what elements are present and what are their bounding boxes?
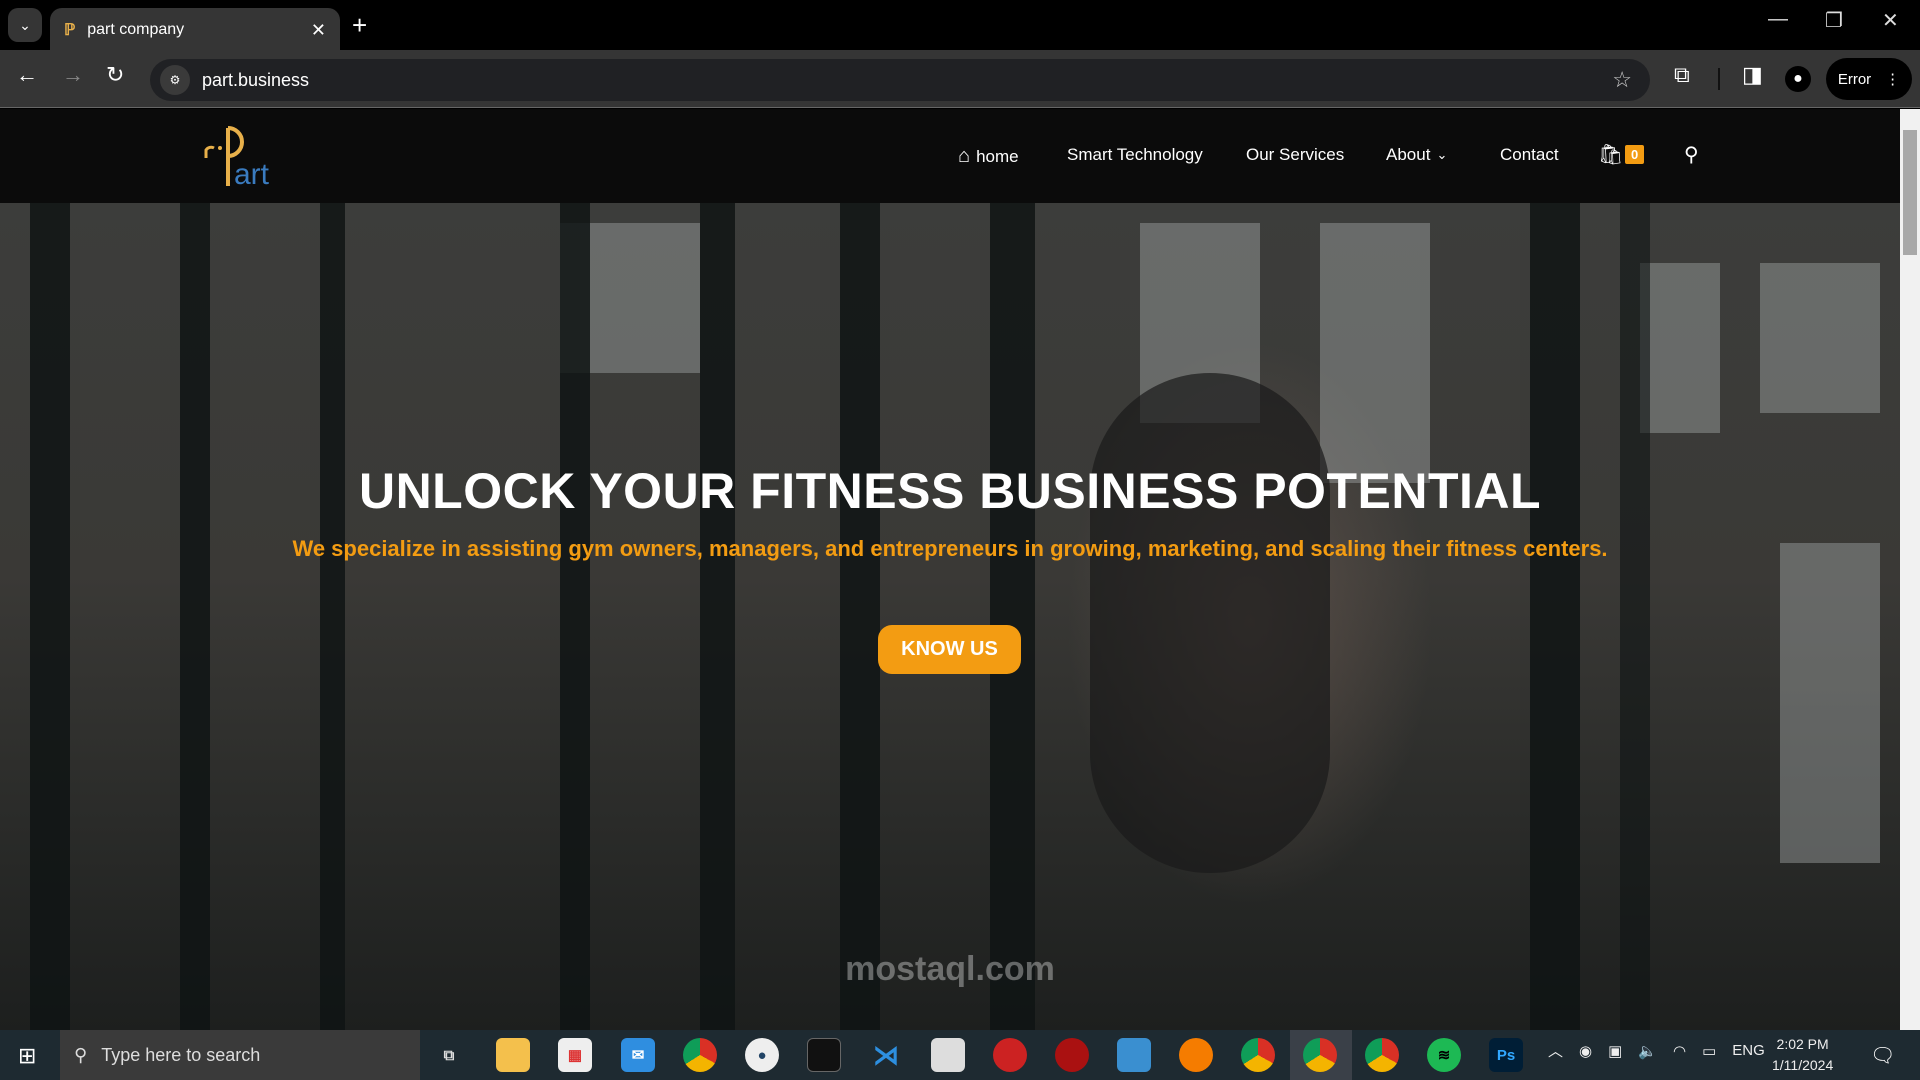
hero-subtitle: We specialize in assisting gym owners, m… <box>292 536 1608 561</box>
nav-our-services[interactable]: Our Services <box>1246 145 1344 165</box>
logo[interactable]: art <box>200 122 280 188</box>
nav-about[interactable]: About ⌄ <box>1386 145 1447 165</box>
app-icon[interactable] <box>1055 1038 1089 1072</box>
notifications-icon[interactable]: 🗨 <box>1870 1043 1895 1068</box>
time: 2:02 PM <box>1776 1036 1829 1052</box>
hero-title: UNLOCK YOUR FITNESS BUSINESS POTENTIAL <box>358 463 1542 519</box>
profile-error-button[interactable]: Error ⋮ <box>1826 58 1912 100</box>
taskbar-search[interactable]: ⚲ Type here to search <box>60 1030 420 1080</box>
file-explorer-icon[interactable] <box>496 1038 530 1072</box>
app-icon[interactable] <box>1117 1038 1151 1072</box>
chrome-tray-icon[interactable]: ◉ <box>1579 1042 1592 1060</box>
reload-icon[interactable]: ↻ <box>106 62 124 88</box>
firefox-icon[interactable] <box>1179 1038 1213 1072</box>
nav-label: Smart Technology <box>1067 145 1203 164</box>
minimize-icon[interactable]: — <box>1768 8 1788 31</box>
tab-list-icon[interactable]: ⌄ <box>8 8 42 42</box>
chevron-down-icon: ⌄ <box>1436 147 1448 162</box>
chrome-icon[interactable] <box>1241 1038 1275 1072</box>
microsoft-store-icon[interactable]: ▦ <box>558 1038 592 1072</box>
star-icon[interactable]: ☆ <box>1612 67 1632 93</box>
wifi-icon[interactable]: ◠ <box>1673 1042 1686 1060</box>
nav-label: Contact <box>1500 145 1559 164</box>
site-info-icon[interactable]: ⚙ <box>160 65 190 95</box>
search-icon[interactable]: ⚲ <box>1684 142 1699 167</box>
side-panel-icon[interactable]: ◨ <box>1742 62 1763 88</box>
new-tab-icon[interactable]: + <box>352 10 367 41</box>
divider <box>1718 68 1720 90</box>
chrome-profile-2-icon[interactable] <box>1365 1038 1399 1072</box>
cart-count-badge: 0 <box>1625 145 1645 164</box>
scrollbar-thumb[interactable] <box>1903 130 1917 255</box>
svg-text:art: art <box>234 158 270 188</box>
app-tray-icon[interactable]: ▣ <box>1608 1042 1622 1060</box>
battery-icon[interactable]: ▭ <box>1702 1042 1716 1060</box>
system-tray: ︿ ◉ ▣ 🔈 ◠ ▭ ENG <box>1548 1040 1765 1061</box>
close-icon[interactable]: ✕ <box>311 20 326 41</box>
profile-error-label: Error <box>1837 70 1872 88</box>
clock[interactable]: 2:02 PM 1/11/2024 <box>1772 1034 1833 1076</box>
mail-icon[interactable]: ✉ <box>621 1038 655 1072</box>
window-close-icon[interactable]: ✕ <box>1882 8 1899 33</box>
photoshop-icon[interactable]: Ps <box>1489 1038 1523 1072</box>
app-icon[interactable] <box>931 1038 965 1072</box>
address-bar[interactable]: ⚙ part.business ☆ <box>150 59 1650 101</box>
vscode-icon[interactable]: ⋊ <box>869 1038 903 1072</box>
windows-start-icon[interactable]: ⊞ <box>18 1043 36 1069</box>
date: 1/11/2024 <box>1772 1057 1834 1073</box>
nav-label: Our Services <box>1246 145 1345 164</box>
chrome-profile-icon[interactable] <box>1303 1038 1337 1072</box>
nav-contact[interactable]: Contact <box>1500 145 1559 165</box>
nav-smart-technology[interactable]: Smart Technology <box>1067 145 1203 165</box>
forward-icon[interactable]: → <box>62 62 84 88</box>
app-icon[interactable]: ● <box>745 1038 779 1072</box>
language-indicator[interactable]: ENG <box>1732 1042 1765 1059</box>
search-placeholder: Type here to search <box>101 1044 261 1065</box>
tab-title: part company <box>87 21 185 38</box>
cart-icon[interactable]: 🛍 <box>1598 142 1623 167</box>
url-text[interactable]: part.business <box>202 70 309 91</box>
nav-label: About <box>1386 145 1431 164</box>
nav-home[interactable]: ⌂ home <box>958 145 1019 168</box>
back-icon[interactable]: ← <box>16 62 38 88</box>
know-us-button[interactable]: KNOW US <box>878 625 1021 674</box>
chevron-up-icon[interactable]: ︿ <box>1548 1040 1563 1061</box>
nav-label: home <box>976 146 1019 166</box>
restore-icon[interactable]: ❐ <box>1825 8 1843 33</box>
browser-tab[interactable]: ℙ part company ✕ <box>50 8 340 52</box>
extensions-icon[interactable]: ⧉ <box>1674 62 1690 88</box>
terminal-icon[interactable] <box>807 1038 841 1072</box>
task-view-icon[interactable]: ⧉ <box>432 1038 466 1072</box>
app-icon[interactable] <box>993 1038 1027 1072</box>
volume-icon[interactable]: 🔈 <box>1638 1042 1657 1060</box>
profile-icon[interactable]: ● <box>1785 66 1811 92</box>
favicon-icon: ℙ <box>64 22 76 39</box>
chrome-icon[interactable] <box>683 1038 717 1072</box>
spotify-icon[interactable]: ≋ <box>1427 1038 1461 1072</box>
home-icon: ⌂ <box>958 145 971 167</box>
menu-icon[interactable]: ⋮ <box>1885 70 1900 88</box>
search-icon: ⚲ <box>74 1044 88 1065</box>
watermark: mostaql.com <box>845 950 1055 988</box>
hero-section <box>0 203 1900 1030</box>
